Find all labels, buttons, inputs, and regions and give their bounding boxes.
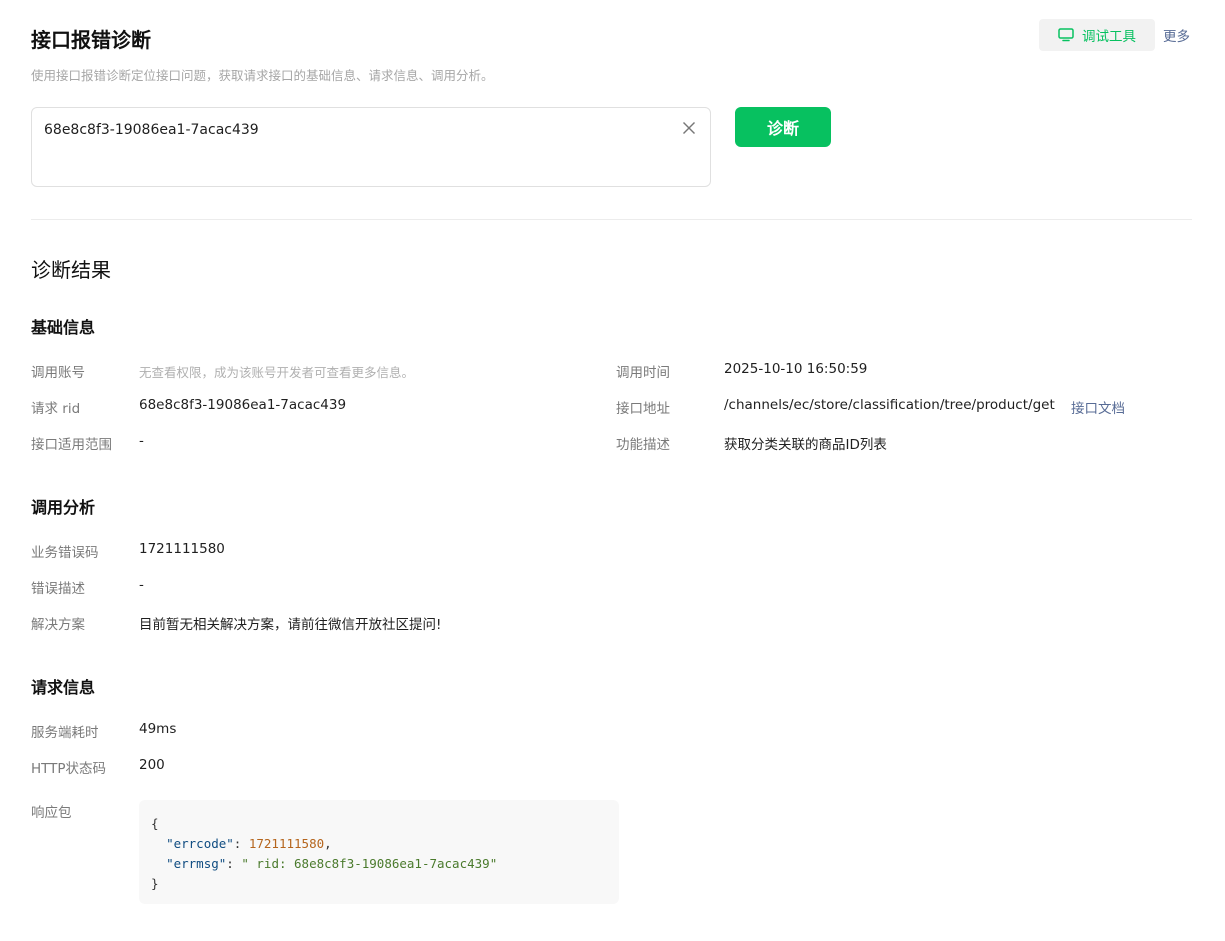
section-analysis: 调用分析 [31, 498, 96, 517]
solution-label: 解决方案 [31, 617, 85, 633]
errmsg-json-value: " rid: 68e8c8f3-19086ea1-7acac439" [241, 856, 498, 871]
time-label: 调用时间 [616, 365, 670, 381]
solution-value: 目前暂无相关解决方案，请前往微信开放社区提问! [139, 617, 442, 633]
code-line: "errmsg": " rid: 68e8c8f3-19086ea1-7acac… [166, 856, 498, 871]
divider [31, 219, 1192, 220]
errcode-json-value: 1721111580 [248, 836, 325, 851]
http-status-label: HTTP状态码 [31, 761, 107, 777]
errdesc-label: 错误描述 [31, 581, 85, 597]
page: 接口报错诊断 使用接口报错诊断定位接口问题，获取请求接口的基础信息、请求信息、调… [0, 0, 1225, 941]
time-value: 2025-10-10 16:50:59 [724, 361, 868, 377]
http-status-value: 200 [139, 757, 165, 773]
code-line: "errcode": 1721111580, [166, 836, 332, 851]
account-label: 调用账号 [31, 365, 85, 381]
debug-tool-label: 调试工具 [1082, 29, 1136, 45]
url-value: /channels/ec/store/classification/tree/p… [724, 397, 1055, 413]
debug-tool-button[interactable]: 调试工具 [1039, 19, 1155, 51]
scope-label: 接口适用范围 [31, 437, 112, 453]
url-label: 接口地址 [616, 401, 670, 417]
latency-value: 49ms [139, 721, 177, 737]
section-basic-info: 基础信息 [31, 318, 96, 337]
errdesc-value: - [139, 577, 144, 593]
account-value: 无查看权限，成为该账号开发者可查看更多信息。 [139, 365, 415, 380]
code-brace-open: { [151, 816, 159, 831]
close-icon[interactable] [682, 120, 696, 139]
latency-label: 服务端耗时 [31, 725, 99, 741]
page-title: 接口报错诊断 [31, 28, 151, 52]
errmsg-key: "errmsg" [166, 856, 227, 871]
more-link[interactable]: 更多 [1163, 25, 1190, 45]
code-brace-close: } [151, 876, 159, 891]
code-line: } [151, 874, 607, 894]
page-subtitle: 使用接口报错诊断定位接口问题，获取请求接口的基础信息、请求信息、调用分析。 [31, 68, 494, 83]
response-label: 响应包 [31, 805, 72, 821]
errcode-key: "errcode" [166, 836, 234, 851]
api-doc-link[interactable]: 接口文档 [1071, 397, 1125, 417]
scope-value: - [139, 433, 144, 449]
rid-value: 68e8c8f3-19086ea1-7acac439 [139, 397, 347, 413]
rid-input-box[interactable] [31, 107, 711, 187]
desc-label: 功能描述 [616, 437, 670, 453]
code-line: { [151, 814, 607, 834]
rid-input[interactable] [44, 120, 664, 140]
monitor-icon [1058, 28, 1074, 42]
rid-label: 请求 rid [31, 401, 81, 417]
desc-value: 获取分类关联的商品ID列表 [724, 437, 887, 453]
section-request-info: 请求信息 [31, 678, 96, 697]
diagnose-button[interactable]: 诊断 [735, 107, 831, 147]
response-code-block: { "errcode": 1721111580, "errmsg": " rid… [139, 800, 619, 904]
errcode-value: 1721111580 [139, 541, 225, 557]
result-title: 诊断结果 [31, 258, 111, 282]
errcode-label: 业务错误码 [31, 545, 99, 561]
